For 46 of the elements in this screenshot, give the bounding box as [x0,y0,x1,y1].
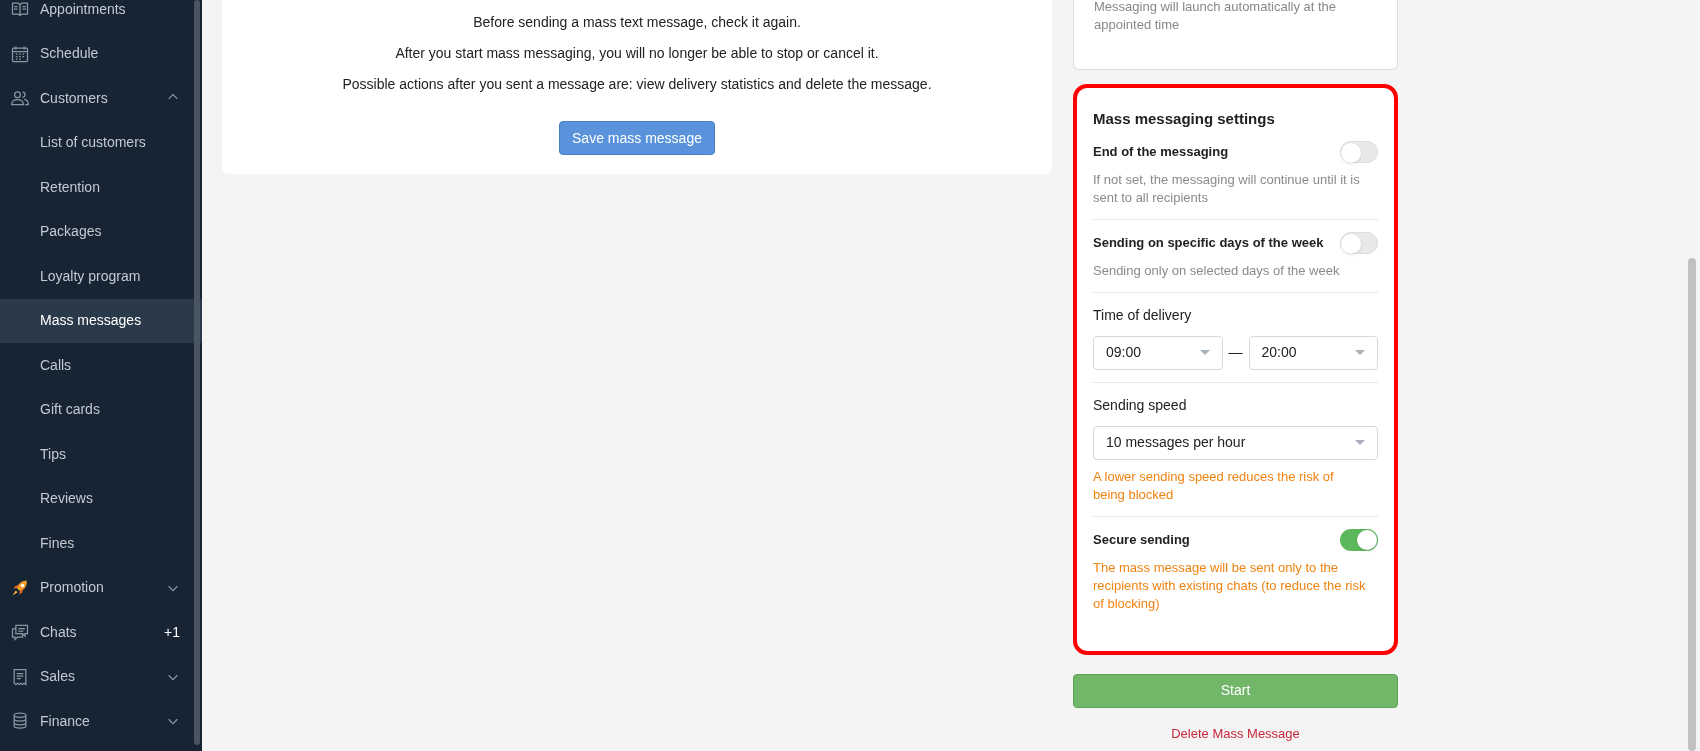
setting-label: Sending speed [1093,395,1187,415]
setting-hint: If not set, the messaging will continue until it is sent to all recipients [1093,170,1361,207]
sidebar-item[interactable]: Finance [0,699,202,744]
setting-hint: Sending only on selected days of the week [1093,261,1341,280]
settings-title: Mass messaging settings [1093,109,1276,129]
sidebar-subitem[interactable]: Calls [0,343,202,388]
chat-icon [10,622,30,643]
toggle-switch[interactable] [1340,528,1378,551]
sidebar-item[interactable]: Appointments [0,0,202,32]
info-note: Possible actions after you sent a message are: view delivery statistics and delete the message. [342,75,932,94]
setting-hint: The mass message will be sent only to the recipients with existing chats (to reduce the risk of blocking) [1093,558,1367,613]
toggle-switch[interactable] [1340,231,1378,254]
unread-count: +1 [164,622,180,642]
setting-label: Time of delivery [1093,305,1192,325]
sidebar-subitem[interactable]: Reviews [0,476,202,521]
sidebar-subitem[interactable]: Retention [0,165,202,210]
sidebar-item[interactable]: Customers [0,76,202,121]
dropdown[interactable]: 20:00 [1248,335,1378,370]
setting-label: Sending on specific days of the week [1093,233,1324,252]
sidebar-item[interactable]: Sales [0,654,202,699]
range-separator: — [1228,343,1243,362]
page-scrollbar-thumb[interactable] [1688,258,1696,751]
sidebar-scrollbar-thumb[interactable] [194,0,200,745]
sidebar-subitem[interactable]: List of customers [0,120,202,165]
sidebar-subitem[interactable]: Packages [0,209,202,254]
sidebar-item[interactable]: Schedule [0,31,202,76]
delete-link[interactable]: Delete Mass Message [1171,723,1300,743]
toggle-switch[interactable] [1340,140,1378,163]
setting-label: End of the messaging [1093,142,1229,161]
dropdown[interactable]: 10 messages per hour [1093,425,1378,460]
setting-label: Secure sending [1093,530,1190,549]
sidebar-subitem[interactable]: Fines [0,521,202,566]
sidebar-subitem[interactable]: Loyalty program [0,254,202,299]
sidebar-subitem[interactable]: Tips [0,432,202,477]
sidebar-item[interactable]: Promotion [0,565,202,610]
info-note: After you start mass messaging, you will no longer be able to stop or cancel it. [395,44,879,63]
sidebar-subitem[interactable]: Gift cards [0,387,202,432]
sidebar-item[interactable]: Chats +1 [0,610,202,655]
dropdown-caret-icon [1355,350,1365,355]
dropdown-caret-icon [1199,350,1210,355]
dropdown-caret-icon [1355,440,1365,445]
dropdown[interactable]: 09:00 [1093,335,1223,370]
schedule-hint: Messaging will launch automatically at the appointed time [1094,0,1338,34]
sidebar-subitem[interactable]: Mass messages [0,298,202,343]
setting-hint: A lower sending speed reduces the risk of being blocked [1093,467,1335,504]
info-note: Before sending a mass text message, check it again. [473,13,801,32]
